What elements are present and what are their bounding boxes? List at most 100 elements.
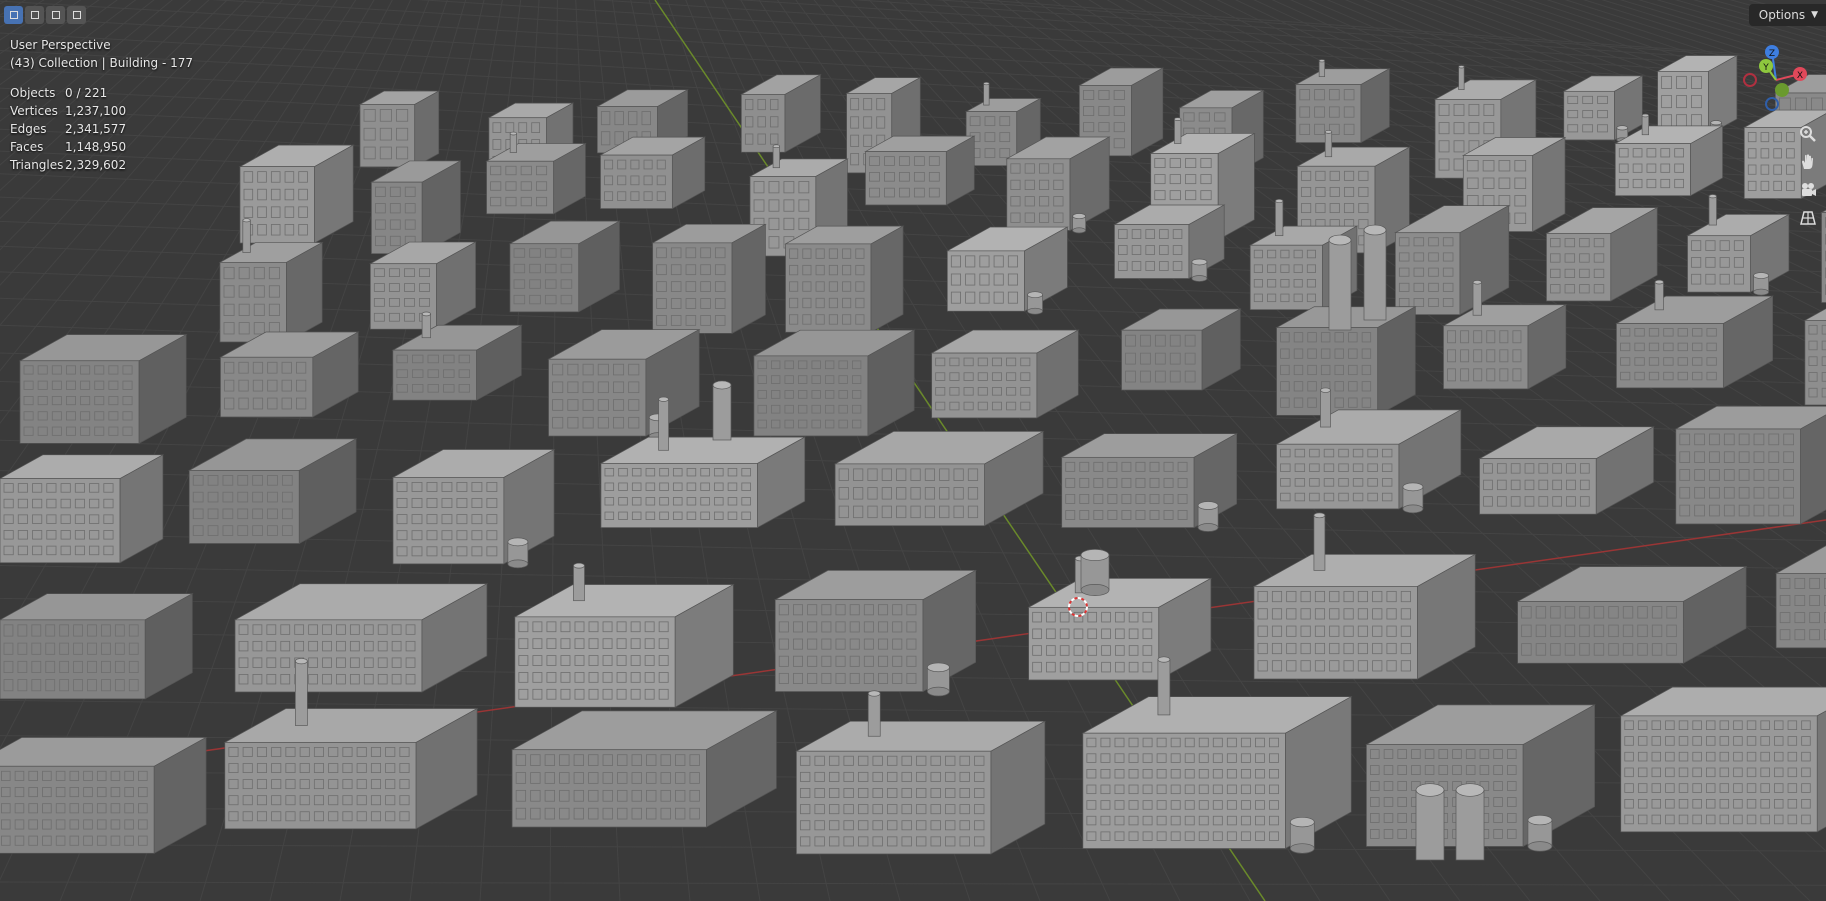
building-block[interactable] (391, 448, 556, 565)
building-block[interactable] (370, 160, 462, 255)
building-block[interactable] (1656, 54, 1739, 136)
storage-tank[interactable] (1289, 816, 1315, 854)
storage-tank[interactable] (1197, 501, 1219, 532)
chimney-stack[interactable] (1654, 279, 1664, 311)
building-block[interactable] (223, 707, 479, 830)
chimney-stack[interactable] (983, 81, 990, 106)
perspective-label: User Perspective (10, 38, 111, 52)
chimney-stack[interactable] (712, 380, 732, 441)
chimney-stack[interactable] (1324, 130, 1333, 158)
building-block[interactable] (0, 736, 208, 854)
building-block[interactable] (18, 334, 188, 444)
building-block[interactable] (1562, 75, 1644, 141)
neg-y-handle[interactable] (1775, 83, 1789, 97)
building-block[interactable] (784, 225, 905, 333)
building-block[interactable] (651, 223, 767, 334)
navigation-gizmo[interactable]: Z X Y (1726, 40, 1826, 120)
x-axis-label: X (1797, 71, 1803, 81)
chimney-stack[interactable] (242, 218, 251, 253)
storage-tank[interactable] (1402, 482, 1424, 514)
stat-row: Vertices 1,237,100 (10, 102, 126, 120)
building-block[interactable] (0, 454, 165, 564)
building-block[interactable] (599, 136, 707, 210)
camera-icon[interactable] (1796, 178, 1820, 202)
collection-label: (43) Collection | Building - 177 (10, 56, 194, 70)
chimney-stack[interactable] (294, 658, 308, 726)
3d-viewport[interactable]: User Perspective (43) Collection | Build… (0, 0, 1826, 901)
stat-label: Objects (10, 86, 56, 100)
building-block[interactable] (0, 593, 194, 700)
select-intersect-icon[interactable] (67, 6, 86, 24)
chimney-stack[interactable] (573, 562, 585, 602)
neg-z-handle[interactable] (1765, 97, 1779, 111)
chimney-stack[interactable] (1472, 280, 1482, 316)
grid-perspective-icon[interactable] (1796, 206, 1820, 230)
storage-tank[interactable] (1527, 814, 1553, 852)
stat-label: Faces (10, 140, 44, 154)
building-block[interactable] (930, 329, 1080, 419)
select-subtract-icon[interactable] (46, 6, 65, 24)
chimney-stack[interactable] (1458, 65, 1465, 90)
chimney-stack[interactable] (1641, 113, 1649, 136)
building-block[interactable] (1294, 68, 1391, 144)
chimney-stack[interactable] (1708, 194, 1717, 226)
chimney-stack[interactable] (867, 690, 881, 737)
building-block[interactable] (795, 720, 1047, 855)
building-block[interactable] (1442, 304, 1568, 390)
storage-tank[interactable] (1072, 213, 1086, 234)
storage-tank[interactable] (1080, 549, 1110, 596)
chimney-stack[interactable] (1363, 224, 1387, 321)
building-block[interactable] (513, 583, 735, 708)
building-block[interactable] (218, 241, 324, 343)
buildings-layer[interactable] (0, 54, 1826, 861)
building-block[interactable] (508, 220, 621, 313)
options-button[interactable]: Options ▼ (1748, 4, 1826, 26)
building-block[interactable] (1674, 405, 1826, 525)
building-block[interactable] (1613, 125, 1724, 197)
chimney-stack[interactable] (1320, 387, 1331, 428)
storage-tank[interactable] (927, 662, 950, 697)
select-box-icon[interactable] (4, 6, 23, 24)
chimney-stack[interactable] (658, 396, 669, 451)
building-block[interactable] (485, 142, 587, 215)
building-block[interactable] (752, 329, 916, 437)
building-block[interactable] (1113, 204, 1226, 280)
chimney-stack[interactable] (1275, 198, 1284, 237)
storage-tank[interactable] (507, 537, 529, 569)
chimney-stack[interactable] (1174, 117, 1182, 144)
chevron-down-icon: ▼ (1811, 10, 1818, 20)
building-block[interactable] (1619, 686, 1826, 833)
select-mode-toolbar[interactable] (4, 6, 86, 24)
scene-canvas[interactable] (0, 0, 1826, 901)
stat-row: Edges 2,341,577 (10, 120, 126, 138)
storage-tank[interactable] (1191, 258, 1208, 282)
chimney-stack[interactable] (1318, 59, 1326, 77)
chimney-stack[interactable] (1313, 512, 1326, 571)
chimney-stack[interactable] (1157, 656, 1171, 716)
stat-value: 2,329,602 (65, 158, 127, 172)
chimney-stack[interactable] (772, 144, 780, 169)
storage-tank[interactable] (1027, 291, 1043, 315)
chimney-stack[interactable] (1415, 783, 1445, 861)
select-extend-icon[interactable] (25, 6, 44, 24)
neg-x-handle[interactable] (1743, 73, 1757, 87)
building-block[interactable] (233, 583, 489, 693)
building-block[interactable] (1252, 553, 1477, 680)
chimney-stack[interactable] (421, 311, 431, 339)
building-block[interactable] (864, 135, 976, 206)
chimney-stack[interactable] (509, 131, 518, 153)
building-block[interactable] (238, 144, 355, 244)
storage-tank[interactable] (1753, 272, 1769, 296)
chimney-stack[interactable] (1455, 783, 1485, 861)
building-block[interactable] (1027, 577, 1213, 681)
building-block[interactable] (1120, 308, 1242, 391)
options-label: Options (1758, 8, 1806, 22)
viewport-info: User Perspective (43) Collection | Build… (10, 36, 193, 72)
building-block[interactable] (599, 436, 807, 529)
building-block[interactable] (1005, 136, 1111, 231)
hand-pan-icon[interactable] (1796, 150, 1820, 174)
zoom-icon[interactable] (1796, 122, 1820, 146)
chimney-stack[interactable] (1328, 234, 1352, 331)
building-block[interactable] (510, 710, 778, 828)
building-block[interactable] (358, 90, 441, 168)
